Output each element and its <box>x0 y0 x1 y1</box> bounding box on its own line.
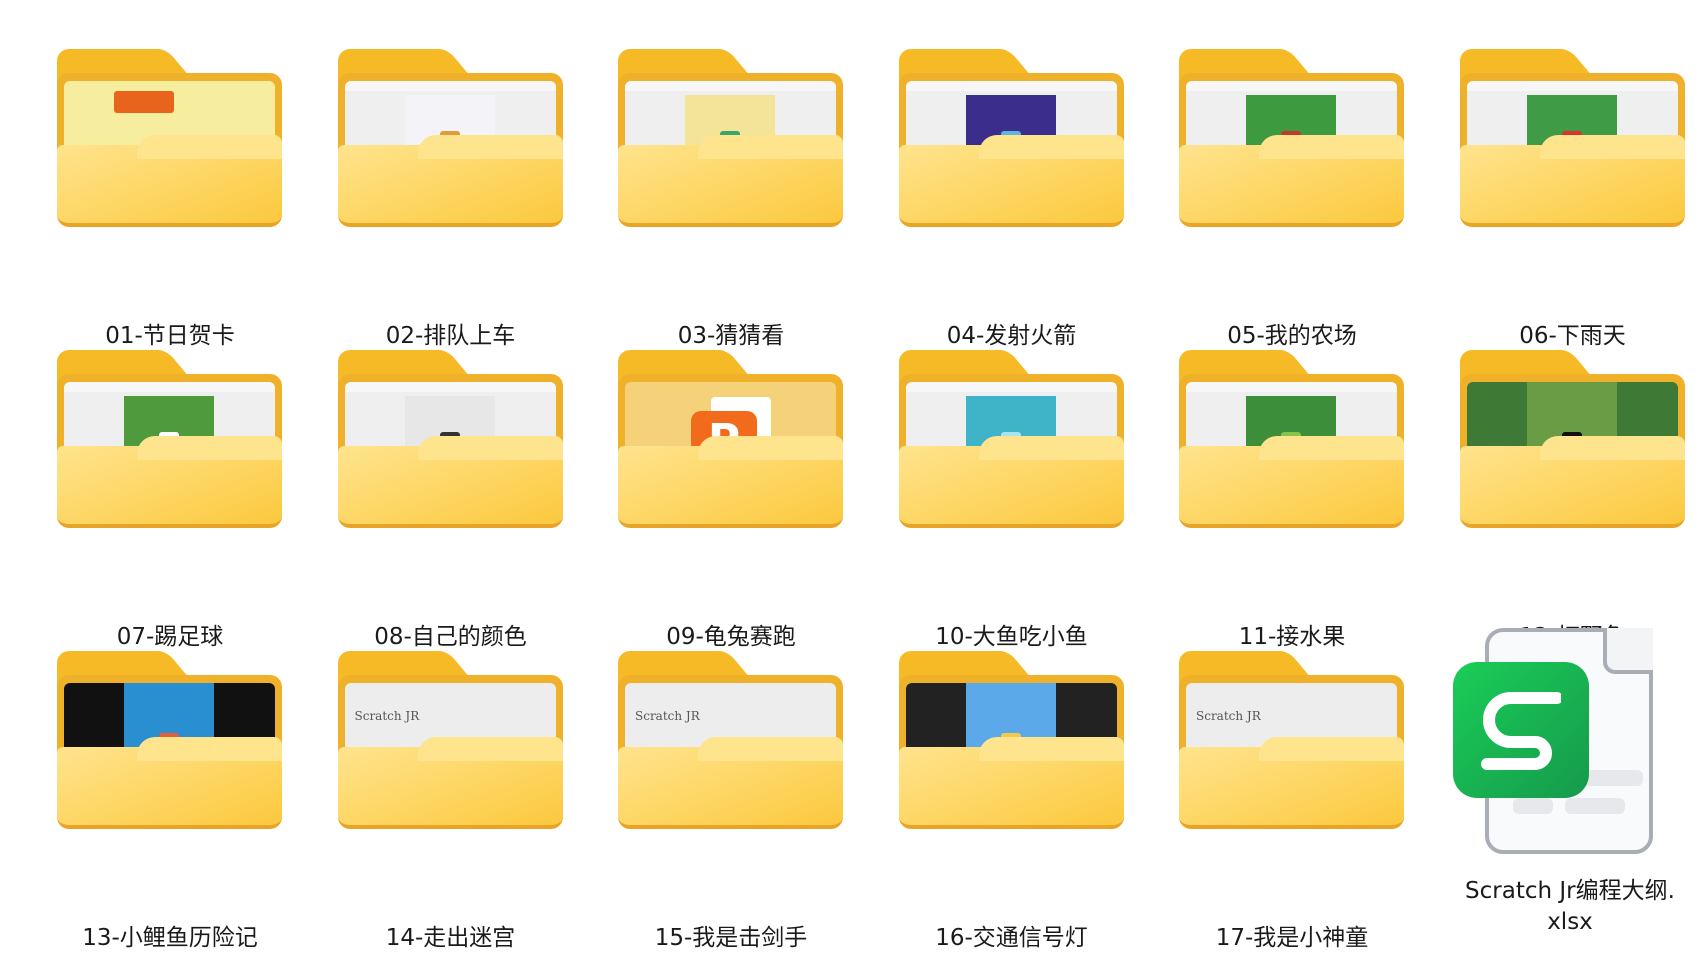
folder-icon <box>57 49 282 227</box>
page-corner-fold <box>1603 628 1653 674</box>
sheet-line <box>1565 798 1625 814</box>
folder-item[interactable]: 16-交通信号灯 <box>882 651 1142 951</box>
folder-name: 16-交通信号灯 <box>935 925 1088 951</box>
folder-icon <box>337 49 563 227</box>
folder-icon <box>337 350 563 528</box>
folder-item[interactable]: Scratch JR 15-我是击剑手 <box>601 651 861 951</box>
folder-item[interactable]: P 09-龟兔赛跑 <box>601 350 861 650</box>
folder-item[interactable]: 08-自己的颜色 <box>321 350 581 650</box>
folder-name: 01-节日贺卡 <box>105 323 235 349</box>
folder-name: 10-大鱼吃小鱼 <box>935 624 1088 650</box>
folder-item[interactable]: Scratch JR 17-我是小神童 <box>1162 651 1422 951</box>
folder-icon <box>57 350 282 528</box>
folder-icon: Scratch JR <box>337 651 563 829</box>
thumbnail-text: Scratch JR <box>635 709 700 723</box>
folder-name: 13-小鲤鱼历险记 <box>82 925 258 951</box>
folder-icon <box>618 49 843 227</box>
folder-item[interactable]: 02-排队上车 <box>321 49 581 349</box>
folder-name: 11-接水果 <box>1238 624 1346 650</box>
folder-name: 07-踢足球 <box>116 624 224 650</box>
folder-name: 14-走出迷宫 <box>385 925 516 951</box>
folder-name: 09-龟兔赛跑 <box>666 624 796 650</box>
folder-item[interactable]: Scratch JR 14-走出迷宫 <box>321 651 581 951</box>
folder-item[interactable]: 12-打野兔 <box>1443 350 1701 650</box>
folder-item[interactable]: 11-接水果 <box>1162 350 1422 650</box>
folder-name: 02-排队上车 <box>385 323 516 349</box>
folder-icon <box>1459 49 1685 227</box>
file-label[interactable]: Scratch Jr编程大纲. xlsx <box>1430 876 1701 938</box>
folder-item[interactable]: 07-踢足球 <box>40 350 300 650</box>
sheet-line <box>1583 770 1643 786</box>
folder-name: 05-我的农场 <box>1227 323 1357 349</box>
folder-icon: Scratch JR <box>618 651 843 829</box>
folder-name: 08-自己的颜色 <box>374 624 527 650</box>
folder-item[interactable]: 13-小鲤鱼历险记 <box>40 651 300 951</box>
folder-name: 15-我是击剑手 <box>654 925 808 951</box>
folder-item[interactable]: 04-发射火箭 <box>882 49 1142 349</box>
folder-item[interactable]: 01-节日贺卡 <box>40 49 300 349</box>
folder-item[interactable]: 06-下雨天 <box>1443 49 1701 349</box>
folder-name: 17-我是小神童 <box>1215 925 1369 951</box>
folder-item[interactable]: 03-猜猜看 <box>601 49 861 349</box>
sheet-line <box>1513 798 1553 814</box>
folder-name: 03-猜猜看 <box>677 323 785 349</box>
file-name-line1: Scratch Jr编程大纲. <box>1465 878 1675 904</box>
folder-icon <box>1179 350 1404 528</box>
folder-icon <box>57 651 282 829</box>
thumbnail-text: Scratch JR <box>1196 709 1261 723</box>
folder-icon <box>898 651 1124 829</box>
folder-item[interactable]: 10-大鱼吃小鱼 <box>882 350 1142 650</box>
folder-icon <box>1179 49 1404 227</box>
folder-icon <box>1459 350 1685 528</box>
folder-icon: Scratch JR <box>1179 651 1404 829</box>
thumbnail-text: Scratch JR <box>354 709 420 723</box>
file-name-line2: xlsx <box>1547 909 1593 935</box>
folder-name: 04-发射火箭 <box>946 323 1077 349</box>
folder-icon: P <box>618 350 843 528</box>
folder-name: 06-下雨天 <box>1519 323 1626 349</box>
folder-icon <box>898 49 1124 227</box>
wps-spreadsheet-icon <box>1453 662 1589 798</box>
folder-item[interactable]: 05-我的农场 <box>1162 49 1422 349</box>
folder-icon <box>898 350 1124 528</box>
spreadsheet-file-item[interactable] <box>1453 628 1655 856</box>
